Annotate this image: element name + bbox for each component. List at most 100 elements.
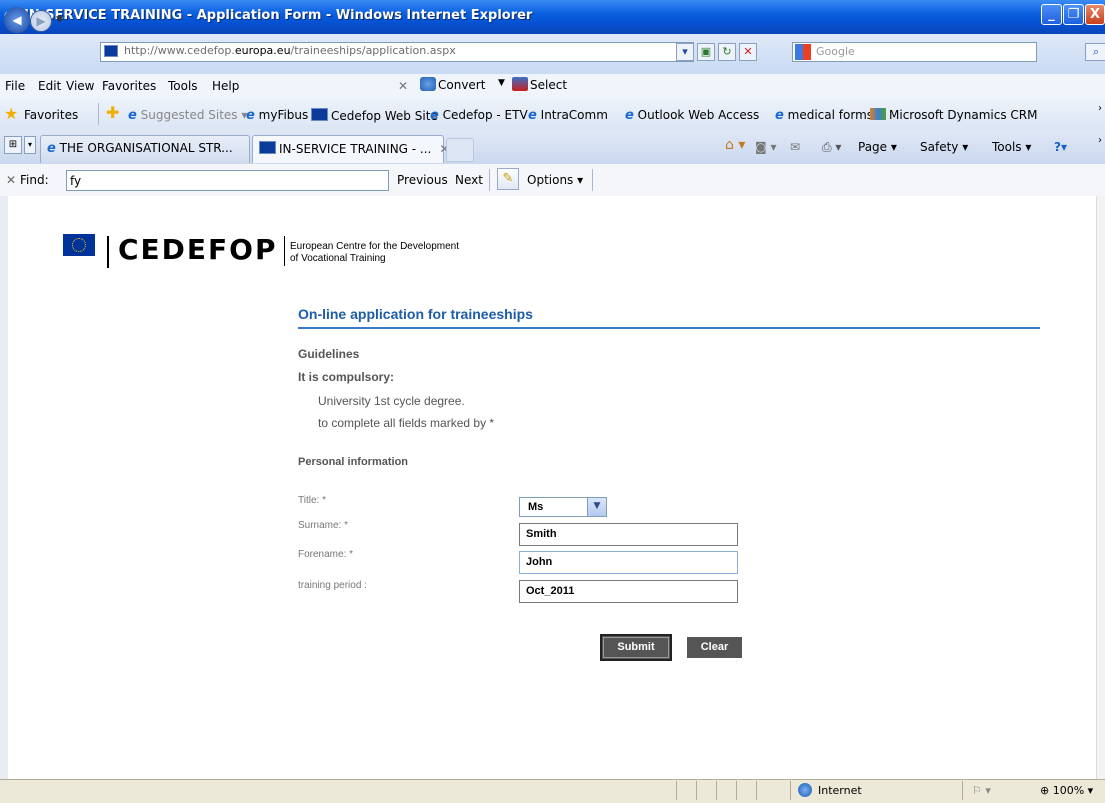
find-next-button[interactable]: Next [455, 173, 483, 187]
find-options-button[interactable]: Options ▾ [527, 173, 583, 187]
zoom-level[interactable]: ⊕ 100% ▾ [1040, 784, 1093, 797]
favorites-overflow-icon[interactable]: › [1098, 103, 1102, 114]
dynamics-crm-icon [870, 108, 886, 120]
safety-menu[interactable]: Safety ▾ [920, 140, 968, 154]
submit-button[interactable]: Submit [600, 634, 672, 661]
tools-menu[interactable]: Tools ▾ [992, 140, 1031, 154]
heading-divider [298, 327, 1040, 329]
menu-favorites[interactable]: Favorites [102, 79, 156, 93]
menu-tools[interactable]: Tools [168, 79, 198, 93]
address-dropdown-button[interactable]: ▾ [676, 43, 694, 61]
add-favorite-icon[interactable]: ✚ [106, 103, 119, 122]
print-icon[interactable]: ⎙ ▾ [822, 140, 841, 155]
close-button[interactable]: X [1085, 4, 1105, 25]
status-divider [962, 781, 963, 800]
fav-cedefop-web-site[interactable]: Cedefop Web Site [311, 108, 438, 123]
find-input[interactable] [66, 170, 389, 191]
site-favicon-icon [104, 45, 118, 57]
convert-dropdown-icon[interactable]: ▼ [498, 78, 505, 88]
title-select-value[interactable]: Ms [528, 501, 543, 513]
ie-page-icon: e [430, 108, 439, 123]
ie-page-icon: e [128, 108, 137, 123]
fav-outlook-web-access[interactable]: e Outlook Web Access [625, 108, 759, 123]
tab-in-service-training[interactable]: IN-SERVICE TRAINING - ... ✕ [252, 135, 449, 163]
compulsory-heading: It is compulsory: [298, 370, 395, 384]
fav-myfibus[interactable]: e myFibus [246, 108, 308, 123]
compatibility-view-icon[interactable]: ▣ [697, 43, 715, 61]
quick-tabs-icon[interactable]: ⊞ [4, 136, 22, 154]
separator [489, 169, 490, 191]
clear-button[interactable]: Clear [687, 637, 742, 658]
status-divider [696, 781, 697, 800]
requirement-item: University 1st cycle degree. [318, 394, 465, 408]
cedefop-logo: CEDEFOP [118, 233, 278, 266]
commands-overflow-icon[interactable]: › [1098, 135, 1102, 146]
surname-label: Surname: * [298, 520, 349, 531]
feeds-icon[interactable]: ◙ ▾ [755, 140, 776, 154]
help-icon[interactable]: ?▾ [1054, 140, 1067, 154]
favorites-star-icon[interactable]: ★ [4, 104, 18, 123]
ie-page-icon: e [528, 108, 537, 123]
forename-field[interactable]: John [519, 551, 738, 574]
menu-view[interactable]: View [66, 79, 94, 93]
window-title: IN-SERVICE TRAINING - Application Form -… [24, 8, 533, 23]
vertical-scrollbar[interactable] [1096, 196, 1105, 779]
read-mail-icon[interactable]: ✉ [790, 140, 800, 154]
fav-medical-forms[interactable]: e medical forms [775, 108, 873, 123]
minimize-button[interactable]: _ [1041, 4, 1062, 25]
menu-edit[interactable]: Edit [38, 79, 61, 93]
address-url[interactable]: http://www.cedefop.europa.eu/traineeship… [124, 44, 456, 57]
logo-divider [107, 236, 109, 268]
select-button[interactable]: Select [530, 78, 567, 92]
training-period-field[interactable]: Oct_2011 [519, 580, 738, 603]
tab-organisational-structure[interactable]: e THE ORGANISATIONAL STR... [40, 135, 250, 163]
back-button[interactable]: ◀ [4, 7, 30, 33]
frame-border [0, 196, 8, 779]
new-tab-button[interactable] [446, 138, 474, 162]
ie-page-icon: e [625, 108, 634, 123]
security-zone[interactable]: Internet [818, 784, 862, 797]
forward-button[interactable]: ▶ [30, 10, 52, 32]
search-magnifier-icon[interactable]: ⌕ [1085, 43, 1105, 61]
tagline-line-1: European Centre for the Development [290, 241, 459, 252]
fav-cedefop-etv[interactable]: e Cedefop - ETV [430, 108, 528, 123]
highlight-pencil-icon[interactable]: ✎ [497, 168, 519, 190]
select-icon [512, 77, 528, 91]
fav-suggested-sites[interactable]: e Suggested Sites ▾ [128, 108, 247, 123]
tab-list-dropdown-icon[interactable]: ▾ [24, 136, 36, 154]
close-find-icon[interactable]: ✕ [6, 173, 16, 187]
refresh-icon[interactable]: ↻ [718, 43, 736, 61]
find-label: Find: [20, 173, 49, 187]
status-divider [676, 781, 677, 800]
stop-icon[interactable]: ✕ [739, 43, 757, 61]
menu-help[interactable]: Help [212, 79, 239, 93]
maximize-button[interactable]: ❐ [1063, 4, 1084, 25]
protected-mode-icon[interactable]: ⚐ ▾ [972, 784, 991, 797]
logo-divider [284, 236, 285, 266]
chevron-down-icon[interactable]: ▼ [587, 498, 606, 516]
page-menu[interactable]: Page ▾ [858, 140, 897, 154]
close-toolbar-icon[interactable]: ✕ [398, 79, 408, 93]
status-divider [736, 781, 737, 800]
find-previous-button[interactable]: Previous [397, 173, 448, 187]
status-divider [790, 781, 791, 800]
google-icon [795, 44, 811, 60]
fav-intracomm[interactable]: e IntraComm [528, 108, 608, 123]
status-bar [0, 779, 1105, 803]
recent-pages-dropdown[interactable]: ▼ [56, 15, 63, 25]
status-divider [716, 781, 717, 800]
section-heading: Personal information [298, 456, 409, 468]
tagline-line-2: of Vocational Training [290, 253, 386, 264]
convert-button[interactable]: Convert [438, 78, 485, 92]
page-content [8, 196, 1096, 779]
fav-dynamics-crm[interactable]: Microsoft Dynamics CRM [870, 108, 1037, 122]
surname-field[interactable]: Smith [519, 523, 738, 546]
home-icon[interactable]: ⌂ ▾ [725, 137, 745, 153]
favorites-button[interactable]: Favorites [24, 108, 78, 122]
convert-icon [420, 77, 436, 91]
globe-icon [798, 783, 812, 797]
search-placeholder[interactable]: Google [816, 45, 855, 58]
guidelines-heading: Guidelines [298, 347, 360, 361]
title-label: Title: * [298, 495, 326, 506]
menu-file[interactable]: File [5, 79, 25, 93]
